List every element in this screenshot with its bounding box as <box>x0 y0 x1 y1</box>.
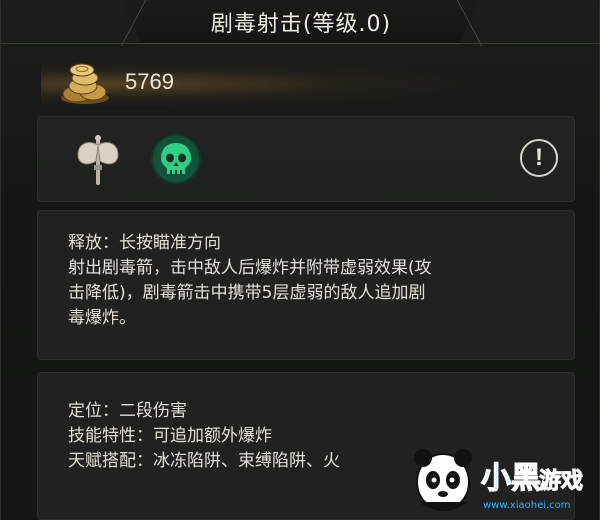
skill-detail-window: 剧毒射击(等级.0) 5769 ! 释放：长按瞄准方向 射出剧毒箭，击中敌人后爆… <box>0 0 600 520</box>
skill-title: 剧毒射击(等级.0) <box>210 11 392 37</box>
site-watermark-logo: 小黑 游戏 www.xiaohei.com <box>414 449 584 511</box>
role-label: 定位：二段伤害 <box>68 401 187 421</box>
gold-coins-icon <box>61 63 109 104</box>
info-exclamation-glyph: ! <box>535 144 543 171</box>
svg-text:www.xiaohei.com: www.xiaohei.com <box>483 500 571 511</box>
gold-amount: 5769 <box>125 69 174 94</box>
info-exclamation-icon[interactable]: ! <box>520 139 558 177</box>
description-line-3: 毒爆炸。 <box>68 308 136 328</box>
battle-axe-icon[interactable] <box>70 131 126 187</box>
description-panel: 释放：长按瞄准方向 射出剧毒箭，击中敌人后爆炸并附带虚弱效果(攻 击降低)，剧毒… <box>37 210 575 360</box>
poison-skull-icon[interactable] <box>148 131 204 187</box>
description-line-1: 射出剧毒箭，击中敌人后爆炸并附带虚弱效果(攻 <box>68 258 432 278</box>
svg-text:小黑: 小黑 <box>481 461 541 496</box>
skill-icons-panel: ! <box>37 116 575 202</box>
title-bar: 剧毒射击(等级.0) <box>1 0 600 46</box>
gold-row: 5769 <box>1 56 600 110</box>
description-body: 释放：长按瞄准方向 射出剧毒箭，击中敌人后爆炸并附带虚弱效果(攻 击降低)，剧毒… <box>68 231 568 331</box>
svg-text:游戏: 游戏 <box>539 468 583 494</box>
cast-method-label: 释放：长按瞄准方向 <box>68 233 221 253</box>
description-line-2: 击降低)，剧毒箭击中携带5层虚弱的敌人追加剧 <box>68 283 426 303</box>
